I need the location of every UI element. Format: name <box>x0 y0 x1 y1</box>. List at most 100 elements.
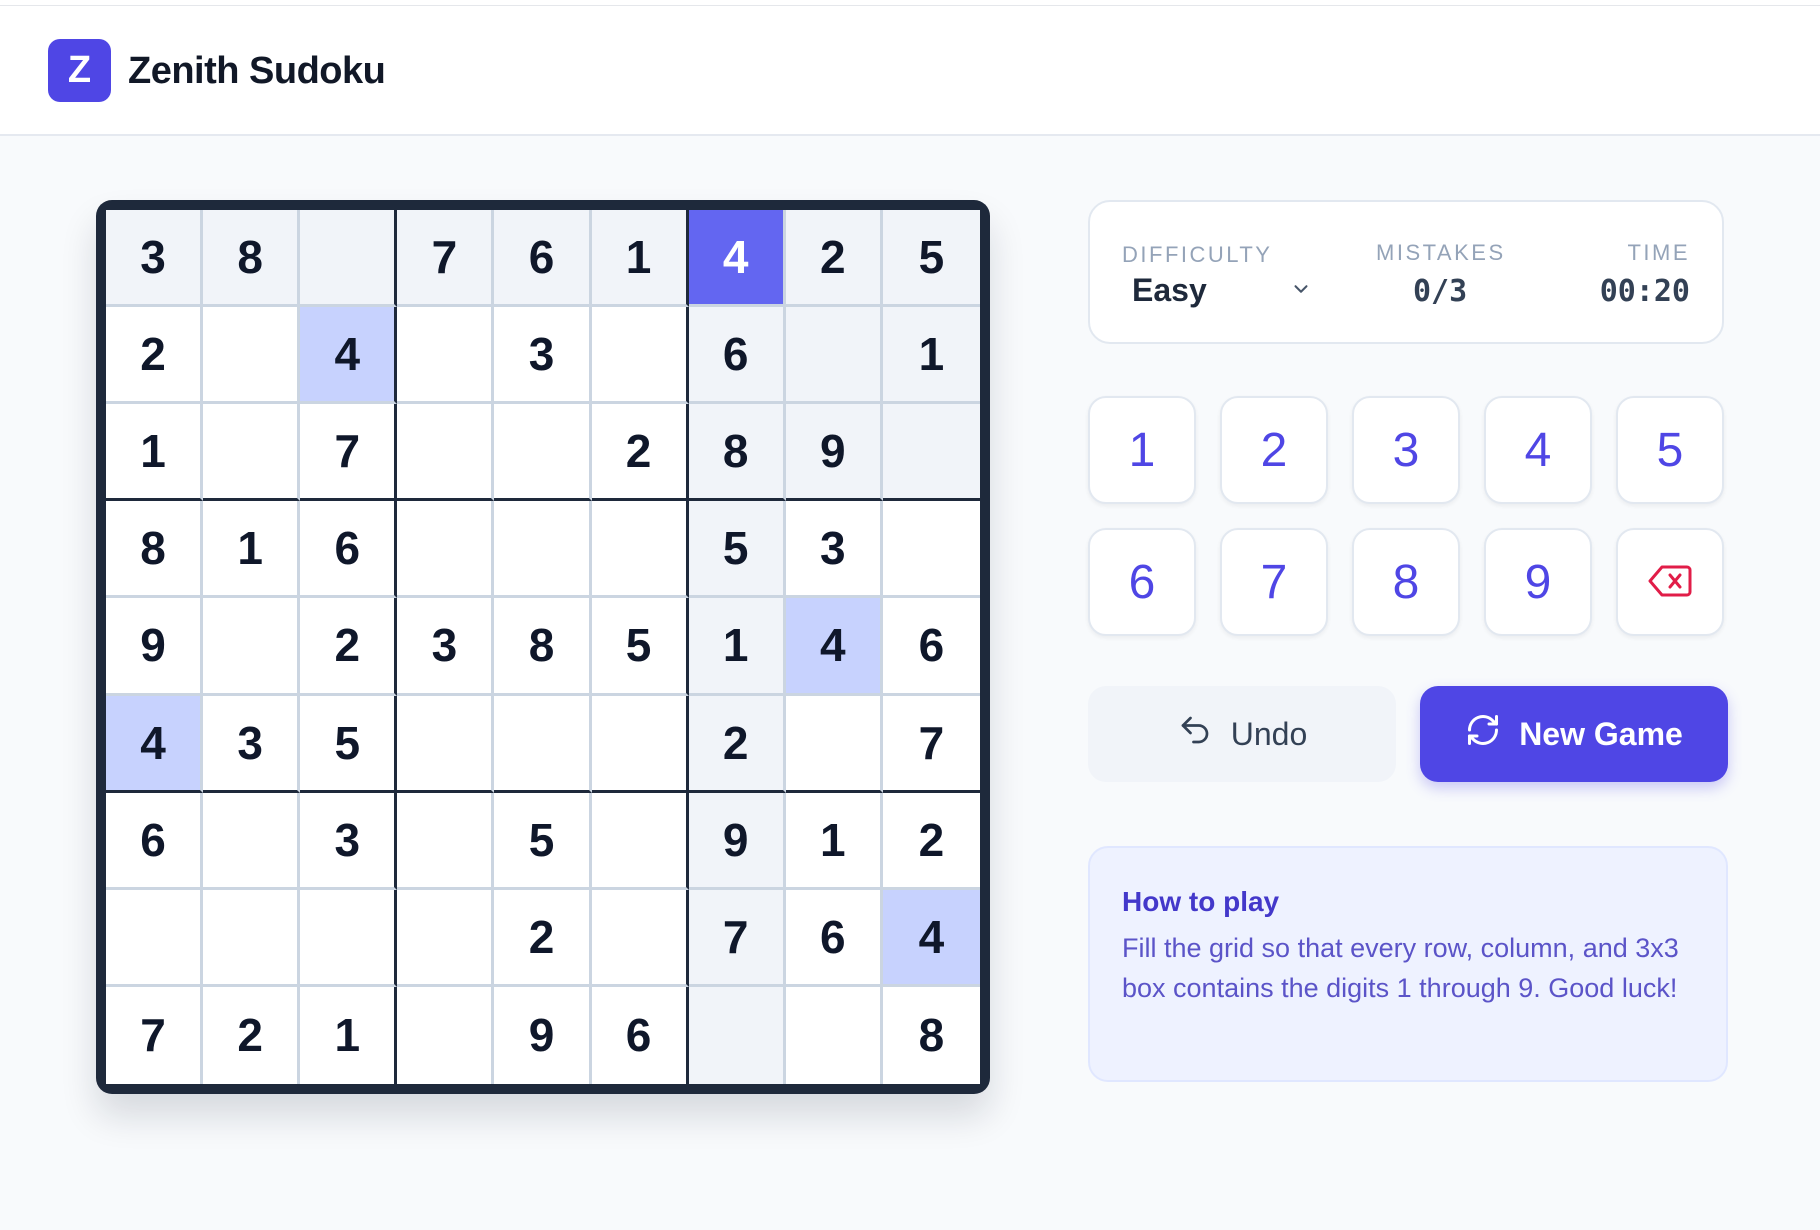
sudoku-cell[interactable]: 2 <box>688 695 786 793</box>
erase-button[interactable] <box>1616 528 1724 636</box>
sudoku-cell[interactable] <box>591 889 689 987</box>
key-7[interactable]: 7 <box>1220 528 1328 636</box>
sudoku-cell[interactable]: 7 <box>882 695 980 793</box>
sudoku-cell[interactable] <box>203 598 301 696</box>
key-2[interactable]: 2 <box>1220 396 1328 504</box>
sudoku-cell[interactable]: 9 <box>785 404 883 502</box>
sudoku-cell[interactable] <box>785 307 883 405</box>
sudoku-cell[interactable]: 8 <box>203 210 301 308</box>
sudoku-cell[interactable]: 3 <box>106 210 204 308</box>
sudoku-cell[interactable]: 2 <box>591 404 689 502</box>
sudoku-cell[interactable]: 5 <box>882 210 980 308</box>
sudoku-cell[interactable] <box>591 501 689 599</box>
sudoku-cell[interactable]: 6 <box>106 792 204 890</box>
sudoku-cell[interactable] <box>397 404 495 502</box>
sudoku-cell[interactable]: 8 <box>494 598 592 696</box>
sudoku-cell[interactable] <box>203 404 301 502</box>
sudoku-cell[interactable]: 6 <box>494 210 592 308</box>
sudoku-cell[interactable]: 5 <box>300 695 398 793</box>
sudoku-cell[interactable] <box>494 695 592 793</box>
sudoku-cell[interactable]: 6 <box>591 986 689 1084</box>
new-game-label: New Game <box>1519 715 1683 752</box>
sudoku-cell[interactable] <box>397 695 495 793</box>
sudoku-cell[interactable]: 3 <box>494 307 592 405</box>
key-4[interactable]: 4 <box>1484 396 1592 504</box>
sudoku-cell[interactable] <box>494 404 592 502</box>
sudoku-cell[interactable]: 7 <box>300 404 398 502</box>
sudoku-cell[interactable]: 1 <box>203 501 301 599</box>
sudoku-cell[interactable]: 2 <box>203 986 301 1084</box>
sudoku-cell[interactable]: 8 <box>688 404 786 502</box>
sudoku-cell[interactable]: 3 <box>203 695 301 793</box>
sudoku-cell[interactable]: 1 <box>785 792 883 890</box>
sudoku-cell[interactable]: 7 <box>688 889 786 987</box>
sudoku-cell[interactable]: 7 <box>397 210 495 308</box>
chevron-down-icon <box>1290 278 1312 305</box>
sudoku-cell[interactable] <box>300 210 398 308</box>
sudoku-cell[interactable] <box>397 889 495 987</box>
sudoku-cell[interactable]: 5 <box>688 501 786 599</box>
sudoku-cell[interactable] <box>785 986 883 1084</box>
sudoku-cell[interactable]: 8 <box>106 501 204 599</box>
backspace-icon <box>1648 555 1692 610</box>
sudoku-cell[interactable] <box>106 889 204 987</box>
sudoku-cell[interactable]: 6 <box>882 598 980 696</box>
sudoku-cell[interactable] <box>882 404 980 502</box>
sudoku-cell[interactable] <box>688 986 786 1084</box>
key-8[interactable]: 8 <box>1352 528 1460 636</box>
new-game-button[interactable]: New Game <box>1420 686 1728 782</box>
undo-button[interactable]: Undo <box>1088 686 1396 782</box>
sudoku-cell[interactable]: 1 <box>591 210 689 308</box>
sudoku-cell[interactable] <box>785 695 883 793</box>
sudoku-cell[interactable] <box>397 792 495 890</box>
key-9[interactable]: 9 <box>1484 528 1592 636</box>
mistakes-value: 0/3 <box>1413 274 1468 309</box>
difficulty-select[interactable]: Easy <box>1122 270 1322 310</box>
sudoku-cell[interactable]: 4 <box>785 598 883 696</box>
sudoku-cell[interactable]: 5 <box>494 792 592 890</box>
sudoku-cell[interactable]: 1 <box>300 986 398 1084</box>
sudoku-cell[interactable]: 2 <box>785 210 883 308</box>
sudoku-cell[interactable]: 6 <box>785 889 883 987</box>
app-header: Z Zenith Sudoku <box>0 6 1820 136</box>
sudoku-cell[interactable] <box>203 889 301 987</box>
sudoku-cell[interactable] <box>203 307 301 405</box>
key-1[interactable]: 1 <box>1088 396 1196 504</box>
sudoku-cell[interactable]: 7 <box>106 986 204 1084</box>
sudoku-cell[interactable]: 9 <box>494 986 592 1084</box>
sudoku-cell[interactable] <box>591 695 689 793</box>
sudoku-cell[interactable]: 8 <box>882 986 980 1084</box>
sudoku-cell[interactable]: 2 <box>494 889 592 987</box>
sudoku-cell[interactable] <box>203 792 301 890</box>
sudoku-cell[interactable]: 6 <box>300 501 398 599</box>
sudoku-cell[interactable] <box>300 889 398 987</box>
sudoku-cell[interactable]: 4 <box>882 889 980 987</box>
sudoku-cell[interactable]: 1 <box>882 307 980 405</box>
sudoku-cell[interactable]: 1 <box>106 404 204 502</box>
sudoku-cell[interactable]: 3 <box>397 598 495 696</box>
sudoku-cell[interactable]: 9 <box>688 792 786 890</box>
how-to-play-card: How to play Fill the grid so that every … <box>1088 846 1728 1082</box>
sudoku-cell[interactable] <box>397 501 495 599</box>
sudoku-cell[interactable]: 4 <box>300 307 398 405</box>
sudoku-cell[interactable]: 6 <box>688 307 786 405</box>
sudoku-cell[interactable]: 3 <box>300 792 398 890</box>
sudoku-cell[interactable]: 9 <box>106 598 204 696</box>
key-6[interactable]: 6 <box>1088 528 1196 636</box>
key-5[interactable]: 5 <box>1616 396 1724 504</box>
sudoku-cell[interactable]: 3 <box>785 501 883 599</box>
sudoku-cell[interactable]: 4 <box>106 695 204 793</box>
sudoku-cell[interactable] <box>397 986 495 1084</box>
sudoku-cell[interactable]: 1 <box>688 598 786 696</box>
key-3[interactable]: 3 <box>1352 396 1460 504</box>
sudoku-cell[interactable] <box>591 307 689 405</box>
sudoku-cell[interactable]: 2 <box>882 792 980 890</box>
sudoku-cell[interactable]: 2 <box>300 598 398 696</box>
sudoku-cell[interactable] <box>397 307 495 405</box>
sudoku-cell[interactable] <box>882 501 980 599</box>
sudoku-cell[interactable]: 4 <box>688 210 786 308</box>
sudoku-cell[interactable]: 5 <box>591 598 689 696</box>
sudoku-cell[interactable]: 2 <box>106 307 204 405</box>
sudoku-cell[interactable] <box>591 792 689 890</box>
sudoku-cell[interactable] <box>494 501 592 599</box>
